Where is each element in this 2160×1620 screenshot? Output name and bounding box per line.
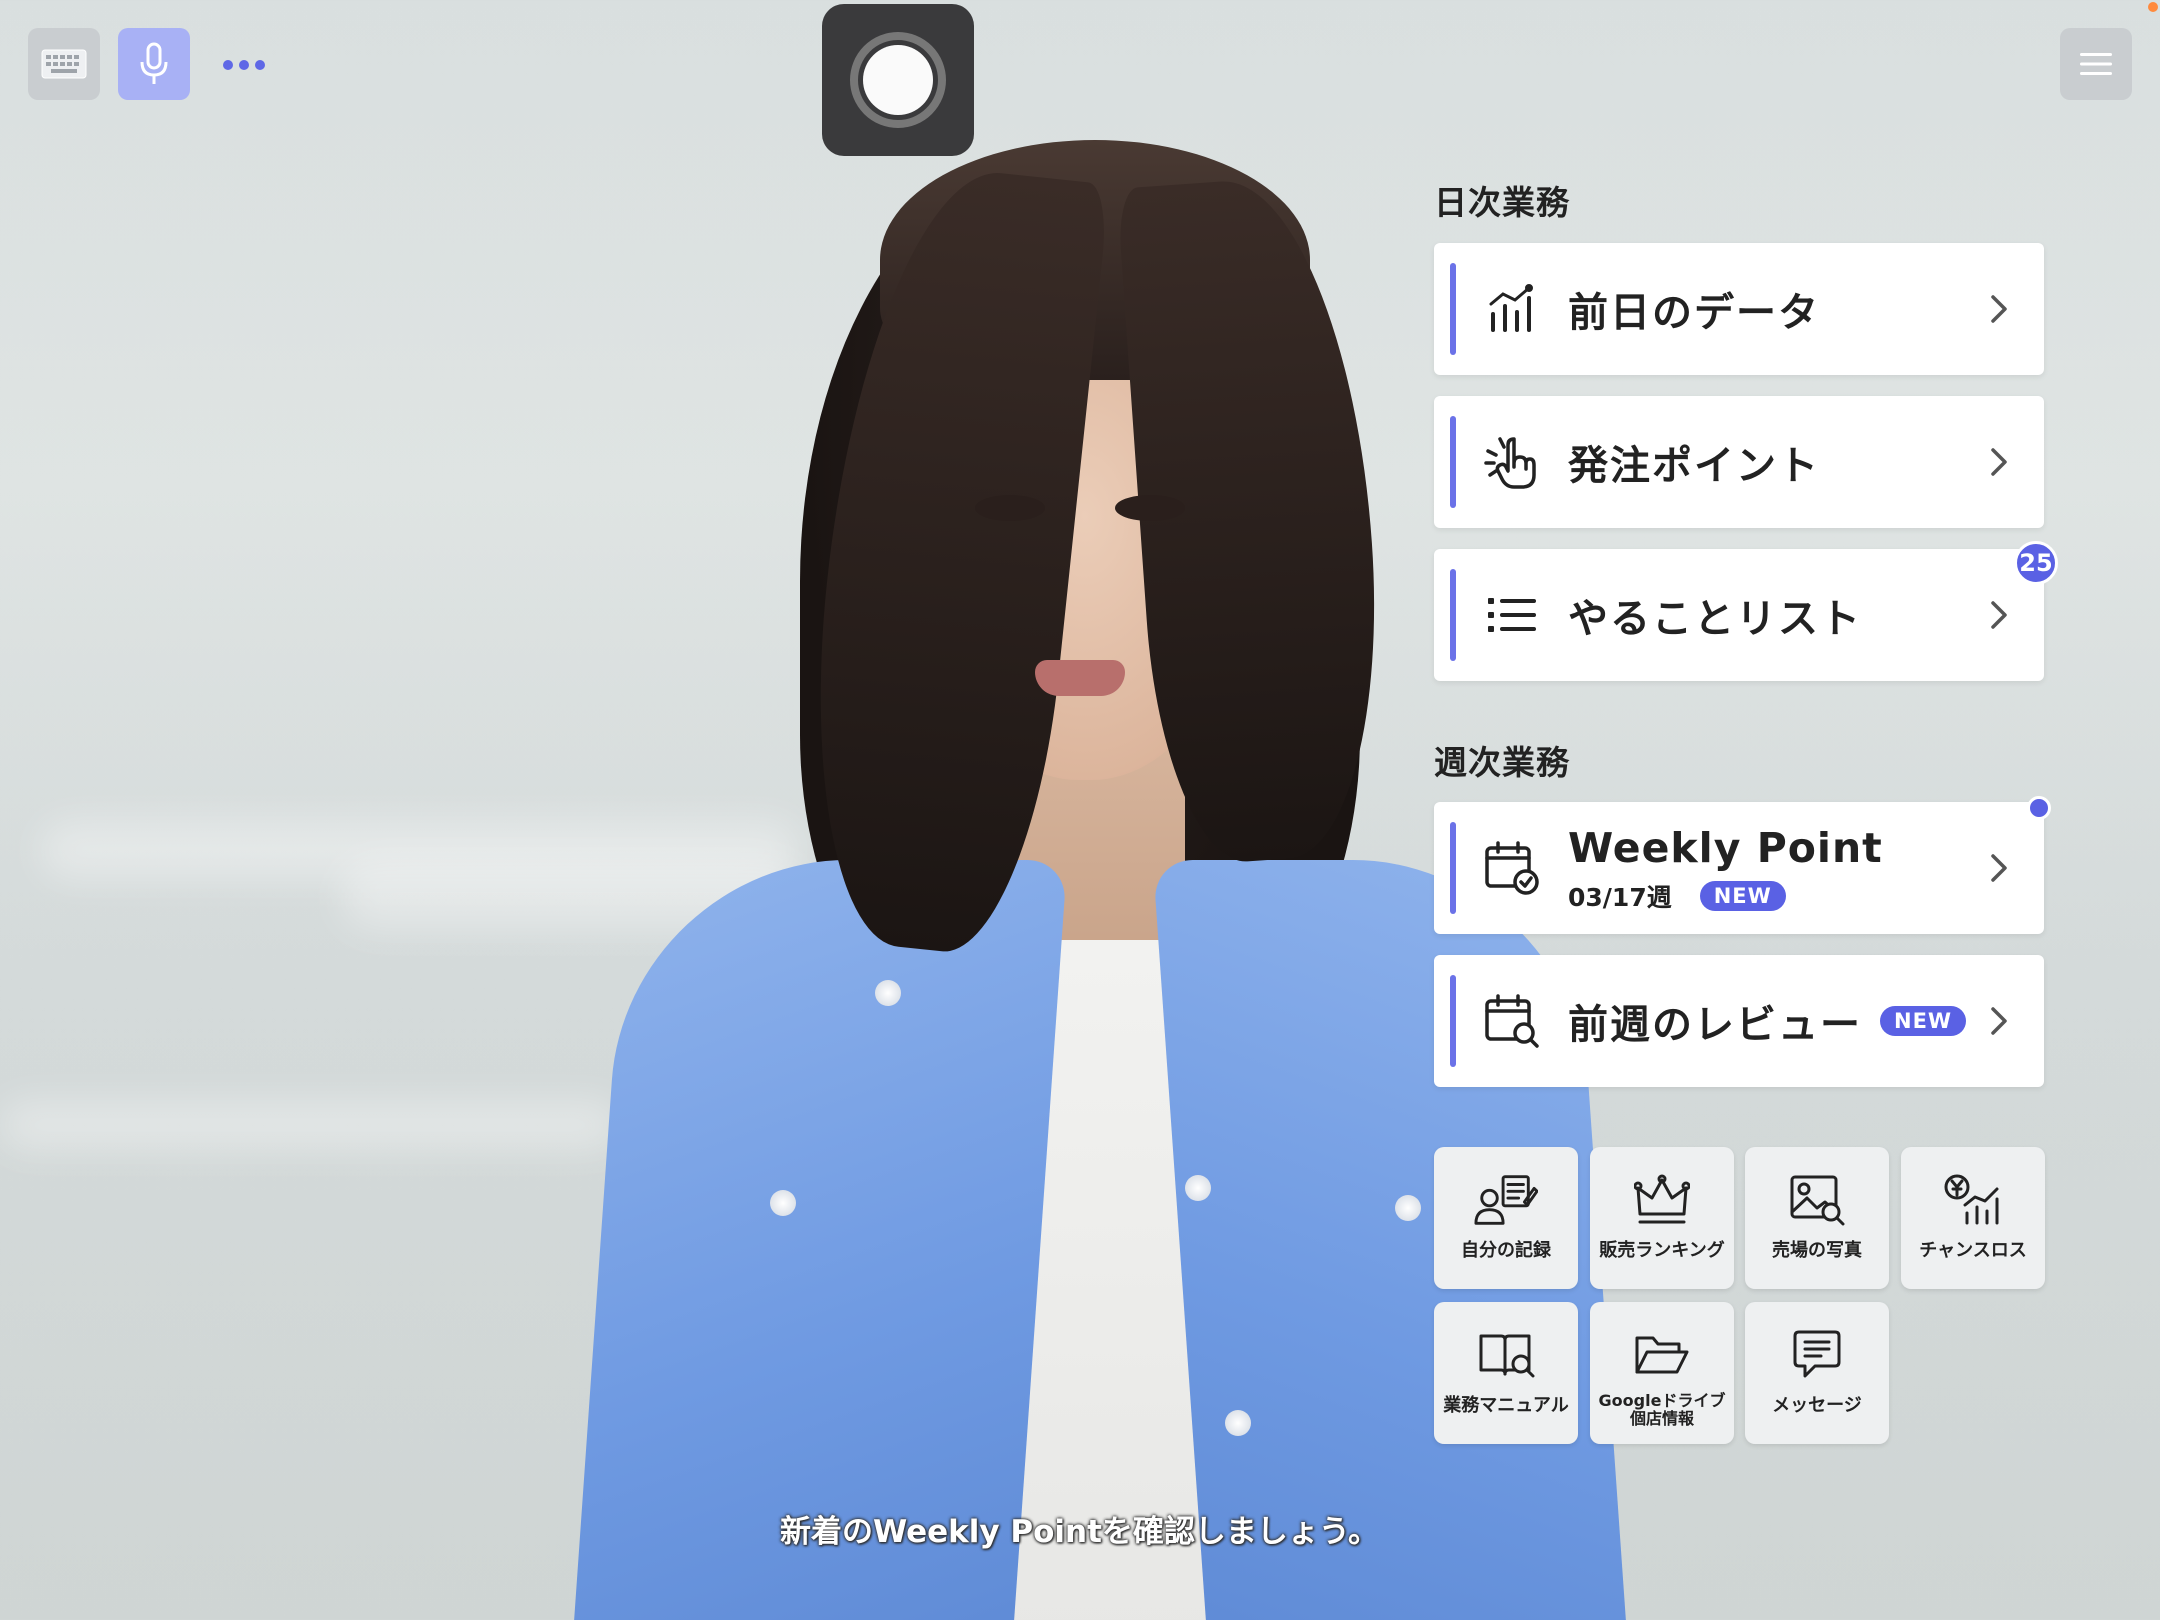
card-accent bbox=[1450, 569, 1456, 661]
card-accent bbox=[1450, 822, 1456, 914]
avatar-mouth bbox=[1035, 660, 1125, 696]
more-dots-icon bbox=[220, 55, 268, 74]
tile-chance-loss[interactable]: チャンスロス bbox=[1901, 1147, 2045, 1289]
jacket-button bbox=[1395, 1195, 1421, 1221]
tile-label: メッセージ bbox=[1772, 1395, 1862, 1416]
card-label: 前日のデータ bbox=[1568, 290, 1820, 336]
bar-chart-icon bbox=[1482, 279, 1542, 339]
record-button[interactable] bbox=[822, 4, 974, 156]
card-label: 前週のレビュー NEW bbox=[1568, 992, 1967, 1050]
hamburger-menu-icon bbox=[2080, 53, 2112, 75]
chevron-right-icon bbox=[1984, 294, 2014, 324]
record-icon bbox=[850, 32, 946, 128]
jacket-button bbox=[1225, 1410, 1251, 1436]
jacket-button bbox=[875, 980, 901, 1006]
daily-section-title: 日次業務 bbox=[1434, 183, 1570, 222]
jacket-button bbox=[770, 1190, 796, 1216]
tile-label: 売場の写真 bbox=[1772, 1240, 1862, 1261]
tile-google-drive-store-info[interactable]: Googleドライブ 個店情報 bbox=[1590, 1302, 1734, 1444]
card-label: 発注ポイント bbox=[1568, 443, 1820, 489]
hand-point-icon bbox=[1482, 432, 1542, 492]
card-label-text: 前週のレビュー bbox=[1568, 1002, 1862, 1048]
tile-label: 業務マニュアル bbox=[1443, 1395, 1569, 1416]
photo-search-icon bbox=[1785, 1169, 1849, 1231]
tile-label: Googleドライブ 個店情報 bbox=[1598, 1391, 1726, 1429]
chevron-right-icon bbox=[1984, 853, 2014, 883]
tile-label: 販売ランキング bbox=[1599, 1240, 1725, 1261]
status-indicator bbox=[2148, 2, 2158, 12]
tile-label-line: 個店情報 bbox=[1629, 1409, 1694, 1429]
tile-my-record[interactable]: 自分の記録 bbox=[1434, 1147, 1578, 1289]
card-accent bbox=[1450, 263, 1456, 355]
chevron-right-icon bbox=[1984, 600, 2014, 630]
week-label: 03/17週 bbox=[1568, 883, 1672, 912]
card-previous-day-data[interactable]: 前日のデータ bbox=[1434, 243, 2044, 375]
unread-dot bbox=[2027, 796, 2051, 820]
card-accent bbox=[1450, 416, 1456, 508]
card-todo-list[interactable]: やることリスト bbox=[1434, 549, 2044, 681]
calendar-search-icon bbox=[1482, 991, 1542, 1051]
more-button[interactable] bbox=[208, 28, 280, 100]
new-badge: NEW bbox=[1880, 1006, 1967, 1036]
card-accent bbox=[1450, 975, 1456, 1067]
folder-icon bbox=[1630, 1324, 1694, 1386]
chevron-right-icon bbox=[1984, 1006, 2014, 1036]
menu-button[interactable] bbox=[2060, 28, 2132, 100]
tile-label-line: Googleドライブ bbox=[1598, 1391, 1726, 1410]
card-order-point[interactable]: 発注ポイント bbox=[1434, 396, 2044, 528]
message-icon bbox=[1785, 1324, 1849, 1386]
card-subtitle: 03/17週 NEW bbox=[1568, 878, 1786, 914]
tile-sales-ranking[interactable]: 販売ランキング bbox=[1590, 1147, 1734, 1289]
tile-label: 自分の記録 bbox=[1461, 1240, 1551, 1261]
microphone-button[interactable] bbox=[118, 28, 190, 100]
keyboard-icon bbox=[41, 49, 87, 79]
microphone-icon bbox=[140, 42, 168, 84]
keyboard-button[interactable] bbox=[28, 28, 100, 100]
tile-messages[interactable]: メッセージ bbox=[1745, 1302, 1889, 1444]
crown-icon bbox=[1630, 1169, 1694, 1231]
calendar-check-icon bbox=[1482, 838, 1542, 898]
speech-caption: 新着のWeekly Pointを確認しましょう。 bbox=[780, 1514, 1380, 1550]
yen-chart-icon bbox=[1941, 1169, 2005, 1231]
tile-work-manual[interactable]: 業務マニュアル bbox=[1434, 1302, 1578, 1444]
todo-count-badge: 25 bbox=[2014, 541, 2058, 585]
card-last-week-review[interactable]: 前週のレビュー NEW bbox=[1434, 955, 2044, 1087]
list-icon bbox=[1482, 585, 1542, 645]
new-badge: NEW bbox=[1699, 881, 1786, 911]
card-label: Weekly Point bbox=[1568, 824, 1883, 872]
chevron-right-icon bbox=[1984, 447, 2014, 477]
card-weekly-point[interactable]: Weekly Point 03/17週 NEW bbox=[1434, 802, 2044, 934]
tile-label: チャンスロス bbox=[1919, 1240, 2027, 1261]
weekly-section-title: 週次業務 bbox=[1434, 743, 1570, 782]
avatar-eye bbox=[1115, 495, 1185, 521]
avatar-eye bbox=[975, 495, 1045, 521]
background-streak bbox=[0, 1100, 620, 1150]
tile-store-photos[interactable]: 売場の写真 bbox=[1745, 1147, 1889, 1289]
card-label: やることリスト bbox=[1568, 596, 1862, 642]
book-search-icon bbox=[1474, 1324, 1538, 1386]
jacket-button bbox=[1185, 1175, 1211, 1201]
person-record-icon bbox=[1474, 1169, 1538, 1231]
